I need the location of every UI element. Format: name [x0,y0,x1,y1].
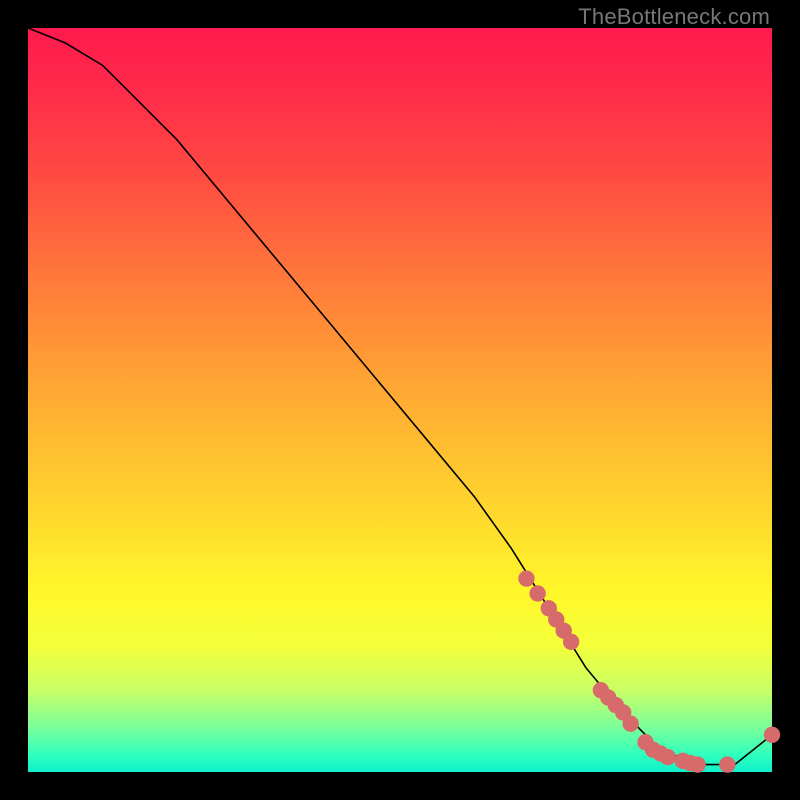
plot-area [28,28,772,772]
data-marker [719,756,735,772]
data-marker [764,727,780,743]
marker-group [518,570,780,772]
data-marker [518,570,534,586]
data-marker [563,634,579,650]
bottleneck-curve [28,28,772,765]
data-marker [622,715,638,731]
chart-container: TheBottleneck.com [0,0,800,800]
curve-svg [28,28,772,772]
data-marker [529,585,545,601]
data-marker [660,749,676,765]
watermark-text: TheBottleneck.com [578,4,770,30]
data-marker [689,756,705,772]
